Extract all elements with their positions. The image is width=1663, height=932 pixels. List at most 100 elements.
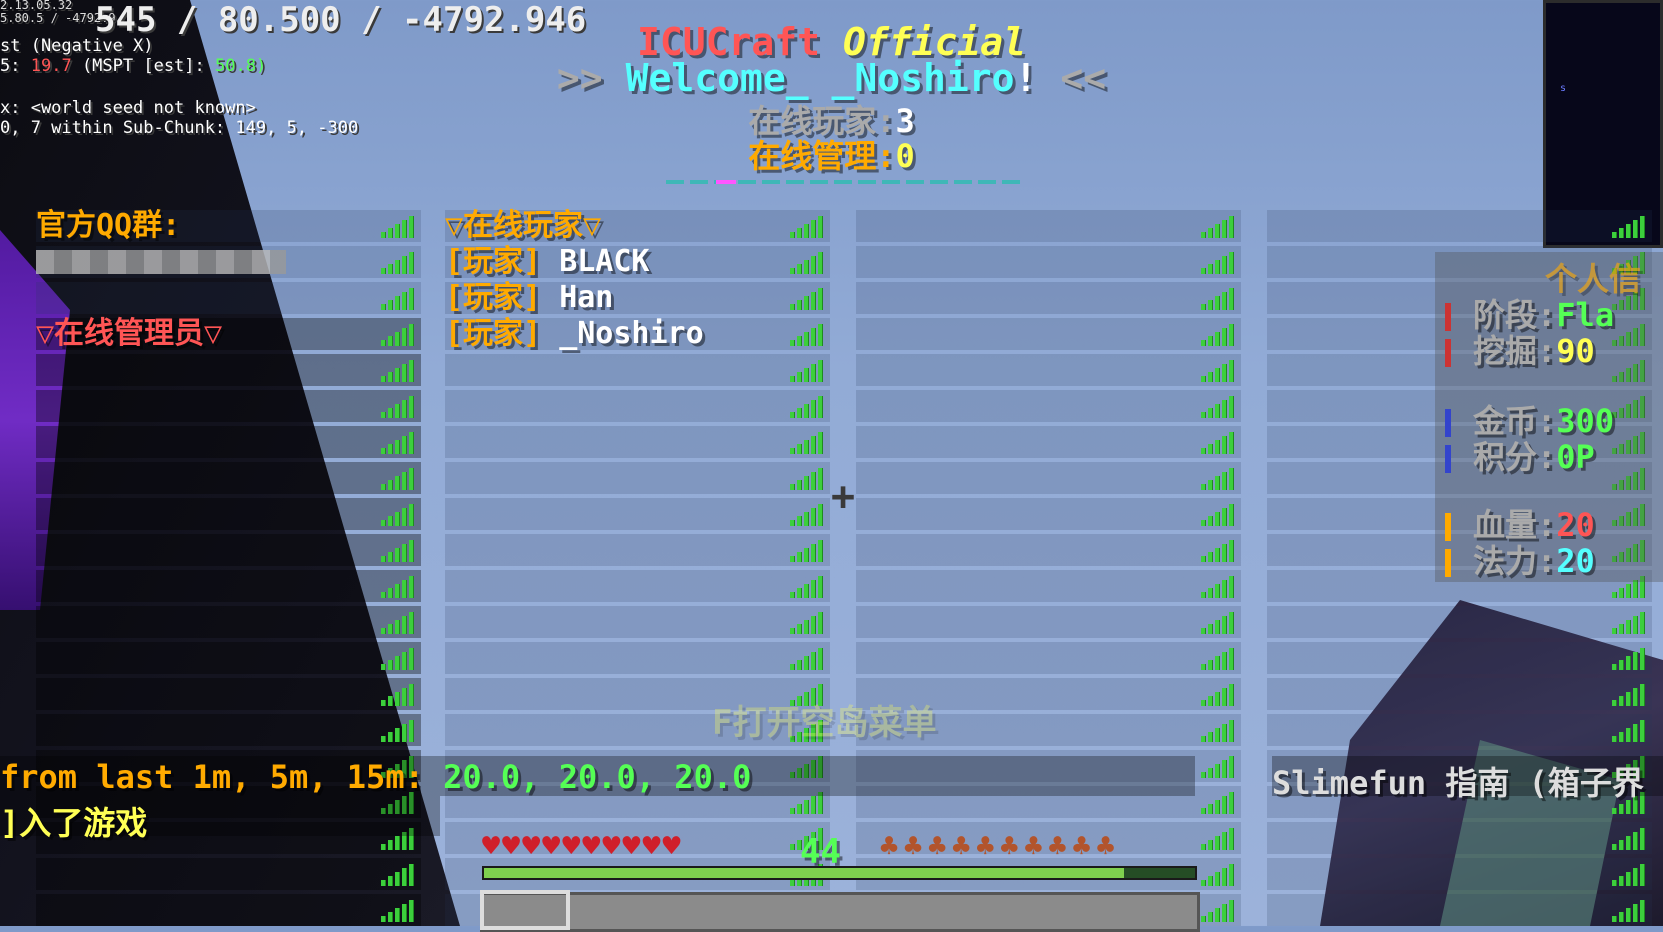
chat-line-1-values: 20.0, 20.0, 20.0 bbox=[443, 758, 752, 796]
welcome-arrow-left: >> bbox=[556, 56, 603, 100]
ping-signal-icon bbox=[1201, 648, 1235, 670]
info-points-value: 0P bbox=[1556, 438, 1595, 476]
ping-signal-icon bbox=[1201, 252, 1235, 274]
info-mana: 法力:20 bbox=[1445, 536, 1595, 582]
tab-row bbox=[36, 714, 421, 746]
ping-signal-icon bbox=[381, 540, 415, 562]
ping-signal-icon bbox=[1201, 612, 1235, 634]
tab-row bbox=[1267, 714, 1652, 746]
tab-row bbox=[856, 642, 1241, 674]
ping-signal-icon bbox=[1201, 720, 1235, 742]
info-points-label: 积分: bbox=[1473, 438, 1557, 476]
info-dig-value: 90 bbox=[1556, 332, 1595, 370]
player-entry[interactable]: [玩家] _Noshiro bbox=[445, 318, 704, 350]
tab-row bbox=[856, 210, 1241, 242]
chat-line-1: from last 1m, 5m, 15m: 20.0, 20.0, 20.0 bbox=[0, 758, 751, 796]
ping-signal-icon bbox=[381, 576, 415, 598]
tab-row bbox=[445, 642, 830, 674]
chat-line-1-prefix: from last 1m, 5m, 15m: bbox=[0, 758, 424, 796]
ping-signal-icon bbox=[381, 396, 415, 418]
ping-signal-icon bbox=[790, 396, 824, 418]
tab-row bbox=[1267, 858, 1652, 890]
ping-signal-icon bbox=[790, 468, 824, 490]
welcome-text: Welcome_ bbox=[625, 56, 809, 100]
personal-info-panel: 个人信 阶段:Fla 挖掘:90 金币:300 积分:0P 血量:20 法力:2… bbox=[1435, 252, 1663, 582]
tab-row bbox=[36, 354, 421, 386]
tab-row bbox=[36, 858, 421, 890]
ping-signal-icon bbox=[790, 432, 824, 454]
tab-row bbox=[36, 894, 421, 926]
slimefun-text: Slimefun 指南 (箱子界 bbox=[1272, 764, 1644, 802]
hotbar-selected-slot[interactable] bbox=[480, 890, 570, 930]
ping-signal-icon bbox=[790, 252, 824, 274]
ping-signal-icon bbox=[381, 252, 415, 274]
tab-row bbox=[36, 606, 421, 638]
ping-signal-icon bbox=[1201, 684, 1235, 706]
ping-signal-icon bbox=[1201, 360, 1235, 382]
tab-row bbox=[445, 570, 830, 602]
tab-row bbox=[856, 534, 1241, 566]
ping-signal-icon bbox=[381, 720, 415, 742]
experience-bar bbox=[482, 866, 1197, 880]
tab-row bbox=[36, 570, 421, 602]
ping-signal-icon bbox=[381, 216, 415, 238]
tab-row bbox=[445, 426, 830, 458]
ping-signal-icon bbox=[1201, 540, 1235, 562]
ping-signal-icon bbox=[790, 540, 824, 562]
hotbar[interactable] bbox=[480, 892, 1200, 932]
ping-signal-icon bbox=[1201, 828, 1235, 850]
ping-signal-icon bbox=[381, 468, 415, 490]
ping-signal-icon bbox=[1201, 792, 1235, 814]
ping-signal-icon bbox=[790, 612, 824, 634]
player-name: Han bbox=[559, 280, 614, 315]
info-mana-label: 法力: bbox=[1473, 542, 1557, 580]
ping-signal-icon bbox=[1201, 216, 1235, 238]
tab-row bbox=[856, 498, 1241, 530]
info-dig: 挖掘:90 bbox=[1445, 326, 1595, 372]
online-admins-label: 在线管理: bbox=[748, 137, 896, 175]
player-name: BLACK bbox=[559, 244, 650, 279]
ping-signal-icon bbox=[381, 900, 415, 922]
welcome-bang: ! bbox=[1014, 56, 1038, 100]
ping-signal-icon bbox=[790, 504, 824, 526]
tab-row bbox=[856, 462, 1241, 494]
ping-signal-icon bbox=[790, 324, 824, 346]
tab-row bbox=[36, 642, 421, 674]
tab-row bbox=[1267, 606, 1652, 638]
ping-signal-icon bbox=[1612, 216, 1646, 238]
welcome-arrow-right: << bbox=[1060, 56, 1107, 100]
info-dig-label: 挖掘: bbox=[1473, 332, 1557, 370]
ping-signal-icon bbox=[1612, 864, 1646, 886]
chat-line-2: ]入了游戏 bbox=[0, 804, 148, 842]
tab-row bbox=[1267, 642, 1652, 674]
welcome-line: >> Welcome_ _Noshiro! << bbox=[0, 56, 1663, 100]
ping-signal-icon bbox=[1201, 756, 1235, 778]
tab-row bbox=[36, 462, 421, 494]
ping-signal-icon bbox=[790, 360, 824, 382]
tab-row bbox=[36, 498, 421, 530]
tab-row bbox=[1267, 210, 1652, 242]
tab-row bbox=[36, 390, 421, 422]
tab-row bbox=[36, 534, 421, 566]
ping-signal-icon bbox=[790, 288, 824, 310]
ping-signal-icon bbox=[381, 324, 415, 346]
tab-row bbox=[445, 390, 830, 422]
tab-row: [玩家] Han bbox=[445, 282, 830, 314]
ping-signal-icon bbox=[1201, 900, 1235, 922]
tab-row: [玩家] BLACK bbox=[445, 246, 830, 278]
player-entry[interactable]: [玩家] BLACK bbox=[445, 246, 650, 278]
player-entry[interactable]: [玩家] Han bbox=[445, 282, 613, 314]
tab-row bbox=[36, 426, 421, 458]
tab-row bbox=[1267, 894, 1652, 926]
ping-signal-icon bbox=[1201, 468, 1235, 490]
health-hearts-icon: ♥♥♥♥♥♥♥♥♥♥ bbox=[482, 829, 683, 864]
tab-row bbox=[856, 282, 1241, 314]
info-mana-value: 20 bbox=[1556, 542, 1595, 580]
slimefun-notice: Slimefun 指南 (箱子界 bbox=[1272, 756, 1663, 802]
tab-row bbox=[1267, 822, 1652, 854]
tab-row bbox=[856, 390, 1241, 422]
tab-row: 官方QQ群: bbox=[36, 210, 421, 242]
ping-signal-icon bbox=[381, 612, 415, 634]
info-points: 积分:0P bbox=[1445, 432, 1595, 478]
tab-row bbox=[445, 534, 830, 566]
